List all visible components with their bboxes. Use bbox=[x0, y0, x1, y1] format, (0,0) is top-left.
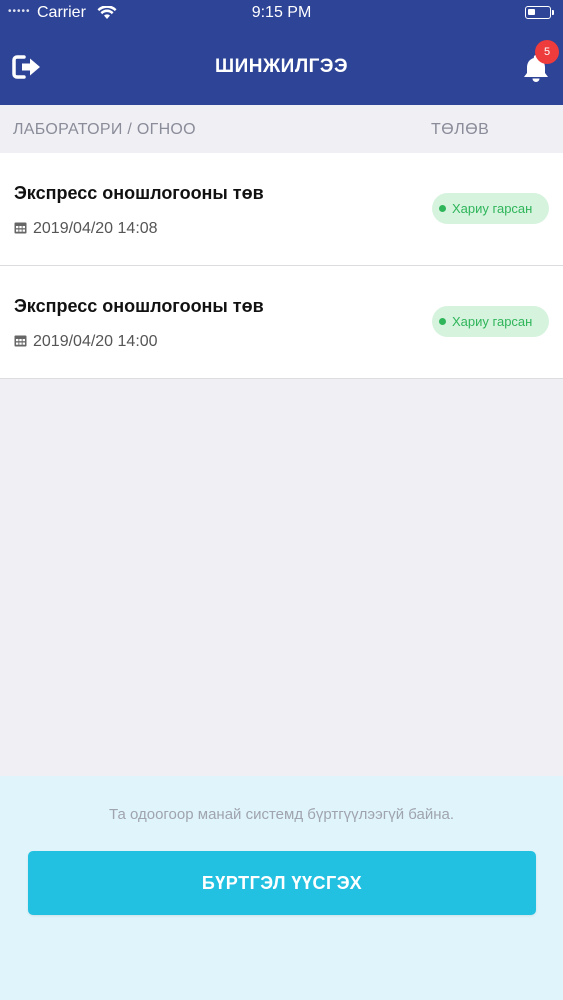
register-panel: Та одоогоор манай системд бүртгүүлээгүй … bbox=[0, 776, 563, 1000]
battery-icon bbox=[525, 6, 554, 19]
status-dot-icon bbox=[439, 205, 446, 212]
column-label-lab-date: ЛАБОРАТОРИ / ОГНОО bbox=[13, 121, 196, 138]
not-registered-message: Та одоогоор манай системд бүртгүүлээгүй … bbox=[108, 806, 455, 823]
date-text: 2019/04/20 14:08 bbox=[33, 220, 158, 237]
notification-badge[interactable]: 5 bbox=[535, 40, 559, 64]
status-bar: ••••• Carrier 9:15 PM bbox=[0, 0, 563, 28]
lab-name: Экспресс оношлогооны төв bbox=[14, 296, 264, 316]
lab-name: Экспресс оношлогооны төв bbox=[14, 183, 264, 203]
analysis-date: 2019/04/20 14:08 bbox=[14, 220, 158, 238]
status-label: Хариу гарсан bbox=[452, 201, 533, 216]
list-item[interactable]: Экспресс оношлогооны төв 2019/04/20 14:0… bbox=[0, 153, 563, 266]
page-title: ШИНЖИЛГЭЭ bbox=[215, 56, 348, 77]
app-header: ••••• Carrier 9:15 PM ШИНЖИЛГЭЭ 5 bbox=[0, 0, 563, 105]
status-time: 9:15 PM bbox=[251, 4, 312, 21]
status-badge: Хариу гарсан bbox=[432, 193, 549, 224]
column-header: ЛАБОРАТОРИ / ОГНОО ТӨЛӨВ bbox=[0, 105, 563, 153]
create-registration-button[interactable]: БҮРТГЭЛ ҮҮСГЭХ bbox=[28, 851, 536, 915]
date-text: 2019/04/20 14:00 bbox=[33, 333, 158, 350]
analysis-list: Экспресс оношлогооны төв 2019/04/20 14:0… bbox=[0, 153, 563, 379]
list-item[interactable]: Экспресс оношлогооны төв 2019/04/20 14:0… bbox=[0, 266, 563, 379]
status-label: Хариу гарсан bbox=[452, 314, 533, 329]
status-badge: Хариу гарсан bbox=[432, 306, 549, 337]
calendar-icon bbox=[14, 222, 27, 234]
analysis-date: 2019/04/20 14:00 bbox=[14, 333, 158, 351]
status-dot-icon bbox=[439, 318, 446, 325]
calendar-icon bbox=[14, 335, 27, 347]
column-label-status: ТӨЛӨВ bbox=[431, 121, 490, 138]
